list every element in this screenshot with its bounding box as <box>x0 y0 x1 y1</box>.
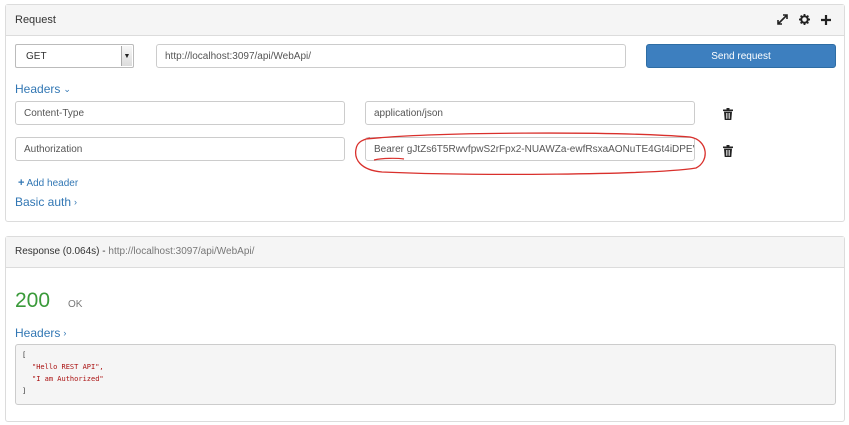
response-panel: Response (0.064s) - http://localhost:309… <box>5 236 845 422</box>
expand-icon[interactable] <box>776 13 788 26</box>
headers-toggle[interactable]: Headers ⌄ <box>15 82 71 96</box>
body-line: ] <box>22 387 27 395</box>
status-code: 200 <box>15 289 51 312</box>
chevron-right-icon: › <box>63 328 67 338</box>
response-panel-title: Response (0.064s) - http://localhost:309… <box>15 246 254 257</box>
add-header-label: Add header <box>26 177 79 189</box>
header-value-input[interactable]: application/json <box>365 101 695 125</box>
body-line: [ <box>22 351 27 359</box>
request-panel-header: Request <box>6 5 844 36</box>
response-headers-label: Headers <box>15 326 61 340</box>
request-panel: Request GET ▼ http://localhost:3097/api/… <box>5 4 845 222</box>
basic-auth-label: Basic auth <box>15 195 72 209</box>
body-line: "I am Authorized" <box>32 375 104 383</box>
basic-auth-toggle[interactable]: Basic auth › <box>15 195 77 209</box>
response-timing: Response (0.064s) - <box>15 246 109 257</box>
response-panel-header: Response (0.064s) - http://localhost:309… <box>6 237 844 268</box>
request-panel-actions <box>776 13 832 26</box>
chevron-down-icon[interactable]: ▼ <box>121 46 132 66</box>
header-value-input[interactable]: Bearer gJtZs6T5RwvfpwS2rFpx2-NUAWZa-ewfR… <box>365 137 695 161</box>
status-text: OK <box>68 299 83 310</box>
plus-icon[interactable] <box>820 13 832 26</box>
chevron-right-icon: › <box>74 197 78 207</box>
response-headers-toggle[interactable]: Headers › <box>15 326 66 340</box>
header-name-input[interactable]: Content-Type <box>15 101 345 125</box>
request-panel-title: Request <box>15 14 56 26</box>
send-request-button[interactable]: Send request <box>646 44 836 68</box>
headers-toggle-label: Headers <box>15 82 61 96</box>
gear-icon[interactable] <box>798 13 810 26</box>
method-select-value: GET <box>26 51 47 62</box>
add-header-link[interactable]: + Add header <box>18 177 78 189</box>
body-line: "Hello REST API", <box>32 363 104 371</box>
trash-icon[interactable] <box>723 108 733 120</box>
url-input[interactable]: http://localhost:3097/api/WebApi/ <box>156 44 626 68</box>
response-body: [ "Hello REST API", "I am Authorized" ] <box>15 344 836 405</box>
header-name-input[interactable]: Authorization <box>15 137 345 161</box>
trash-icon[interactable] <box>723 145 733 157</box>
method-select[interactable]: GET ▼ <box>15 44 134 68</box>
response-url: http://localhost:3097/api/WebApi/ <box>108 246 255 257</box>
chevron-down-icon: ⌄ <box>63 83 71 94</box>
plus-icon: + <box>18 177 25 189</box>
